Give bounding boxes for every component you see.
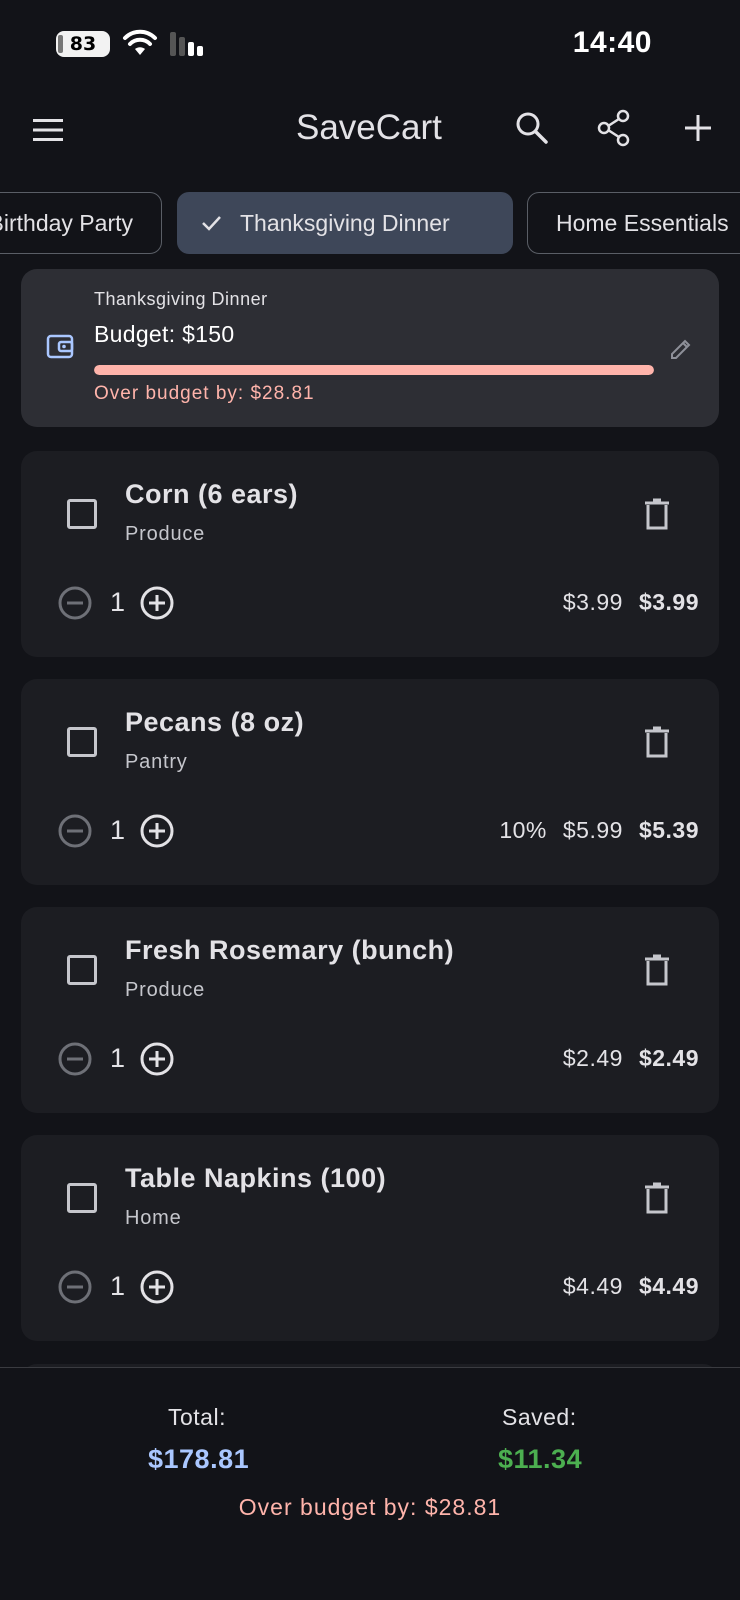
chip-label: Birthday Party [0,209,133,236]
budget-amount: Budget: $150 [94,321,235,347]
item-card: Table Napkins (100) Home 1 $4.49 $4.49 [21,1135,719,1341]
increase-qty-icon[interactable] [139,1269,175,1305]
item-name: Fresh Rosemary (bunch) [125,935,455,965]
search-icon [516,112,548,144]
budget-progress-fill [94,365,654,375]
item-name: Pecans (8 oz) [125,707,305,737]
budget-list-name: Thanksgiving Dinner [94,289,268,309]
chip-home-essentials[interactable]: Home Essentials [527,192,740,254]
item-final-price: $2.49 [638,1045,699,1071]
item-name: Table Napkins (100) [125,1163,387,1193]
list-chips: Birthday Party Thanksgiving Dinner Home … [0,192,740,254]
item-final-price: $5.39 [638,817,699,843]
wallet-icon [46,334,74,359]
item-final-price: $3.99 [638,589,699,615]
item-card: Pecans (8 oz) Pantry 1 10% $5.99 $5.39 [21,679,719,885]
app-bar: SaveCart [0,90,740,170]
item-checkbox[interactable] [67,1183,97,1213]
item-quantity: 1 [110,815,126,845]
app-title: SaveCart [296,108,442,147]
share-icon [597,109,630,147]
item-prices: $4.49 $4.49 [563,1273,699,1300]
budget-progress-bar [94,365,654,375]
menu-icon [33,119,63,141]
battery-level: 83 [69,33,97,55]
summary-footer: Total: $178.81 Saved: $11.34 Over budget… [0,1367,740,1600]
check-icon [202,216,221,231]
menu-button[interactable] [28,110,68,150]
search-button[interactable] [512,108,552,148]
item-quantity: 1 [110,587,126,617]
item-category: Produce [125,979,206,1001]
decrease-qty-icon[interactable] [57,1041,93,1077]
item-card: Corn (6 ears) Produce 1 $3.99 $3.99 [21,451,719,657]
item-checkbox[interactable] [67,955,97,985]
delete-icon[interactable] [643,497,671,531]
share-button[interactable] [594,108,634,148]
footer-over-budget-text: Over budget by: $28.81 [238,1494,502,1520]
wifi-icon [123,29,157,55]
chip-thanksgiving-dinner[interactable]: Thanksgiving Dinner [177,192,513,254]
item-checkbox[interactable] [67,727,97,757]
chip-birthday-party[interactable]: Birthday Party [0,192,162,254]
item-checkbox[interactable] [67,499,97,529]
item-category: Produce [125,523,206,545]
item-unit-price: $2.49 [562,1045,623,1071]
item-final-price: $4.49 [638,1273,699,1299]
total-value: $178.81 [148,1444,250,1474]
battery-icon: 83 [56,31,110,57]
edit-icon[interactable] [667,335,695,363]
budget-over-text: Over budget by: $28.81 [94,383,315,404]
item-quantity: 1 [110,1043,126,1073]
increase-qty-icon[interactable] [139,813,175,849]
decrease-qty-icon[interactable] [57,585,93,621]
add-button[interactable] [678,108,718,148]
clock: 14:40 [572,26,652,59]
saved-label: Saved: [502,1404,577,1430]
item-card: Fresh Rosemary (bunch) Produce 1 $2.49 $… [21,907,719,1113]
item-discount: 10% [499,817,547,843]
budget-card: Thanksgiving Dinner Budget: $150 Over bu… [21,269,719,427]
cellular-signal-icon [170,32,203,56]
item-category: Pantry [125,751,188,773]
item-unit-price: $4.49 [562,1273,623,1299]
item-prices: $3.99 $3.99 [563,589,699,616]
plus-icon [685,115,711,141]
delete-icon[interactable] [643,725,671,759]
saved-value: $11.34 [498,1444,583,1474]
item-unit-price: $3.99 [562,589,623,615]
item-prices: 10% $5.99 $5.39 [499,817,699,844]
delete-icon[interactable] [643,1181,671,1215]
item-category: Home [125,1207,182,1229]
item-unit-price: $5.99 [562,817,623,843]
status-bar: 83 14:40 [0,0,740,90]
increase-qty-icon[interactable] [139,585,175,621]
chip-label: Thanksgiving Dinner [240,209,450,236]
item-prices: $2.49 $2.49 [563,1045,699,1072]
increase-qty-icon[interactable] [139,1041,175,1077]
total-label: Total: [168,1404,226,1430]
decrease-qty-icon[interactable] [57,1269,93,1305]
decrease-qty-icon[interactable] [57,813,93,849]
chip-label: Home Essentials [556,209,729,236]
item-name: Corn (6 ears) [125,479,299,509]
delete-icon[interactable] [643,953,671,987]
item-quantity: 1 [110,1271,126,1301]
